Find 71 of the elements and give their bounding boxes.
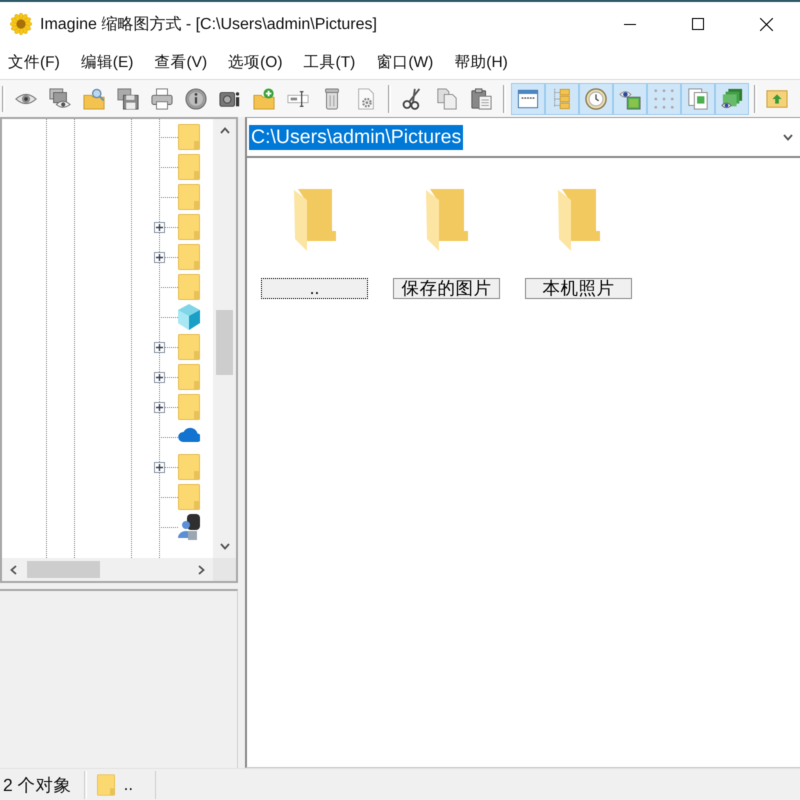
folder-label[interactable]: 保存的图片 <box>393 278 500 299</box>
folder-icon <box>558 189 600 251</box>
menu-item[interactable]: 工具(T) <box>300 50 360 75</box>
scroll-thumb[interactable] <box>216 310 233 375</box>
expand-button[interactable] <box>154 462 164 472</box>
folder-icon <box>178 364 200 390</box>
menu-item[interactable]: 选项(O) <box>224 50 287 75</box>
copy-icon <box>436 88 458 110</box>
stacked-pictures-icon <box>721 88 743 110</box>
status-text: 2 个对象 <box>3 774 72 796</box>
picture-pages-icon <box>687 88 709 110</box>
folder-icon <box>294 189 336 251</box>
folder-icon <box>178 454 200 480</box>
menu-item[interactable]: 编辑(E) <box>76 50 138 75</box>
plus-icon <box>156 404 162 410</box>
chevron-down-icon <box>220 543 230 550</box>
toolbar-button[interactable] <box>511 82 545 114</box>
plus-icon <box>156 374 162 380</box>
dot-grid-icon <box>653 88 675 110</box>
folder-icon <box>178 214 200 240</box>
folder-icon <box>426 189 468 251</box>
chevron-left-icon <box>10 564 17 574</box>
new-folder-icon <box>253 88 275 110</box>
folder-icon <box>178 334 200 360</box>
menu-item[interactable]: 文件(F) <box>4 50 64 75</box>
folder-tree-icon <box>551 88 573 110</box>
chevron-down-icon <box>782 134 794 140</box>
address-combobox[interactable]: C:\Users\admin\Pictures <box>247 118 800 156</box>
menu-item[interactable]: 窗口(W) <box>372 50 438 75</box>
user-icon <box>178 514 200 540</box>
folder-icon <box>178 124 200 150</box>
plus-icon <box>156 224 162 230</box>
menu-item[interactable]: 帮助(H) <box>450 50 512 75</box>
address-text: C:\Users\admin\Pictures <box>249 124 464 150</box>
expand-button[interactable] <box>154 342 164 352</box>
clock-icon <box>585 88 607 110</box>
cube-icon <box>178 304 200 330</box>
folder-label[interactable]: 本机照片 <box>525 278 632 299</box>
expand-button[interactable] <box>154 252 164 262</box>
plus-icon <box>156 344 162 350</box>
folder-search-icon <box>83 88 105 110</box>
expand-button[interactable] <box>154 402 164 412</box>
folder-icon <box>178 394 200 420</box>
folder-icon <box>178 244 200 270</box>
chevron-up-icon <box>220 127 230 134</box>
current-item-text: .. <box>124 774 134 794</box>
expand-button[interactable] <box>154 372 164 382</box>
clipboard-icon <box>470 88 492 110</box>
plus-icon <box>156 464 162 470</box>
folder-label[interactable]: .. <box>261 278 368 299</box>
window-icon <box>517 88 539 110</box>
folder-up-icon <box>766 88 788 110</box>
folder-icon <box>178 184 200 210</box>
scroll-thumb[interactable] <box>27 561 100 578</box>
page-gear-icon <box>355 88 377 110</box>
flower-icon <box>10 13 32 35</box>
maximize-icon <box>692 18 704 30</box>
info-icon <box>185 88 207 110</box>
close-icon <box>760 18 772 30</box>
folder-icon <box>96 772 115 796</box>
floppy-disk-icon <box>117 88 139 110</box>
folder-icon <box>178 274 200 300</box>
folder-icon <box>178 484 200 510</box>
folder-icon <box>178 154 200 180</box>
window-title: Imagine 缩略图方式 - [C:\Users\admin\Pictures] <box>40 14 377 34</box>
plus-icon <box>156 254 162 260</box>
printer-icon <box>151 88 173 110</box>
expand-button[interactable] <box>154 222 164 232</box>
chevron-right-icon <box>198 564 205 574</box>
monitor-eye-icon <box>49 88 71 110</box>
menu-item[interactable]: 查看(V) <box>150 50 212 75</box>
